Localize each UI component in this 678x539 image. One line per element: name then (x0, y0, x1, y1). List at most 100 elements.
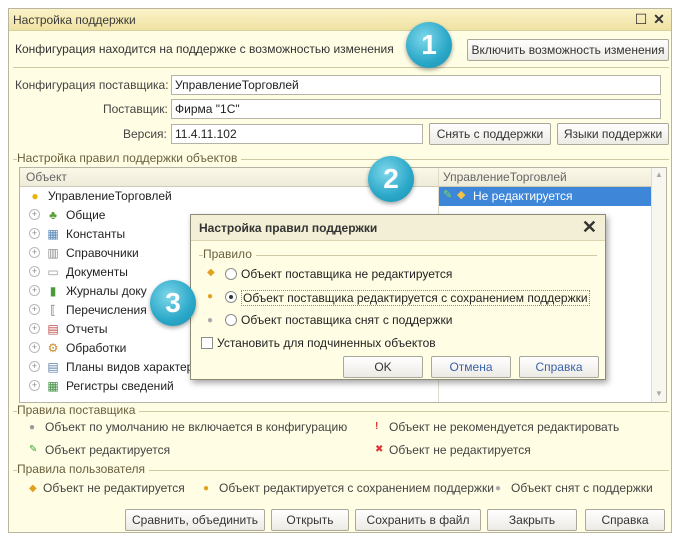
vendor-field: Фирма "1С" (171, 99, 661, 119)
close-icon[interactable]: ✕ (651, 11, 667, 27)
not-recommended-icon: ! (375, 421, 379, 432)
legend-item: Объект по умолчанию не включается в конф… (45, 420, 348, 434)
rule-removed-icon: ● (207, 315, 214, 326)
dialog-title: Настройка правил поддержки (199, 221, 378, 235)
remove-support-button[interactable]: Снять с поддержки (429, 123, 551, 145)
rule-removed-radio[interactable] (225, 314, 237, 326)
expand-icon[interactable]: + (29, 285, 40, 296)
expand-icon[interactable]: + (29, 266, 40, 277)
dialog-title-bar: Настройка правил поддержки ✕ (191, 215, 605, 241)
legend-item: Объект не рекомендуется редактировать (389, 420, 620, 434)
expand-icon[interactable]: + (29, 342, 40, 353)
tree-row-label: Планы видов характер (66, 360, 194, 374)
compare-merge-button[interactable]: Сравнить, объединить (125, 509, 265, 531)
scroll-down-icon[interactable]: ▼ (655, 389, 663, 398)
version-label: Версия: (123, 127, 167, 141)
rule-group-label: Правило (203, 247, 256, 261)
tree-row-label: Отчеты (66, 322, 108, 336)
help-button[interactable]: Справка (585, 509, 665, 531)
common-icon: ♣ (49, 208, 57, 222)
rule-not-editable-icon: ◆ (207, 267, 215, 278)
window-title: Настройка поддержки (13, 13, 136, 27)
legend-item: Объект редактируется (45, 443, 171, 457)
enable-changes-button[interactable]: Включить возможность изменения (467, 39, 669, 61)
expand-icon[interactable]: + (29, 361, 40, 372)
dialog-ok-button[interactable]: OK (343, 356, 423, 378)
dialog-close-icon[interactable]: ✕ (582, 217, 597, 238)
constants-icon: ▦ (47, 227, 59, 241)
user-editable-icon: ● (203, 483, 210, 494)
legend-item: Объект не редактируется (43, 481, 185, 495)
maximize-icon[interactable]: ☐ (633, 11, 649, 27)
expand-icon[interactable]: + (29, 209, 40, 220)
version-field: 11.4.11.102 (171, 124, 423, 144)
rule-editable-icon: ● (207, 291, 214, 302)
callout-badge-1: 1 (406, 22, 452, 68)
rule-editable-radio[interactable] (225, 291, 237, 303)
expand-icon[interactable]: + (29, 228, 40, 239)
rule-settings-dialog: Настройка правил поддержки ✕ Правило ◆ О… (190, 214, 606, 380)
table-scrollbar[interactable]: ▲ ▼ (651, 168, 666, 402)
expand-icon[interactable]: + (29, 304, 40, 315)
apply-subordinate-checkbox[interactable] (201, 337, 213, 349)
support-status-text: Конфигурация находится на поддержке с во… (15, 42, 394, 56)
expand-icon[interactable]: + (29, 323, 40, 334)
reports-icon: ▤ (47, 322, 59, 336)
supplier-config-label: Конфигурация поставщика: (15, 78, 169, 92)
expand-icon[interactable]: + (29, 247, 40, 258)
editable-icon: ✎ (29, 444, 38, 455)
tree-row-label: Константы (66, 227, 126, 241)
user-legend-title: Правила пользователя (17, 462, 150, 476)
rules-section-title: Настройка правил поддержки объектов (17, 151, 242, 165)
save-to-file-button[interactable]: Сохранить в файл (355, 509, 481, 531)
processing-icon: ⚙ (47, 341, 59, 355)
tree-row-root[interactable]: ● УправлениеТорговлей (20, 187, 430, 206)
info-registers-icon: ▦ (47, 379, 59, 393)
catalogs-icon: ▥ (47, 246, 59, 260)
user-rule-icon: ◆ (457, 189, 466, 201)
not-editable-icon: ✖ (375, 444, 384, 455)
user-not-editable-icon: ◆ (29, 483, 37, 494)
tree-row-label: Обработки (66, 341, 127, 355)
selected-rule-text: Не редактируется (473, 189, 573, 203)
chart-types-icon: ▤ (47, 360, 59, 374)
config-root-icon: ● (31, 189, 39, 203)
vendor-label: Поставщик: (103, 102, 168, 116)
legend-item: Объект не редактируется (389, 443, 531, 457)
divider (13, 67, 669, 68)
rule-option-label: Объект поставщика редактируется с сохран… (241, 290, 590, 306)
tree-row-label: Общие (66, 208, 106, 222)
legend-item: Объект снят с поддержки (511, 481, 653, 495)
column-object[interactable]: Объект (26, 170, 67, 184)
supplier-config-field: УправлениеТорговлей (171, 75, 661, 95)
column-config[interactable]: УправлениеТорговлей (443, 170, 567, 184)
rule-option-label: Объект поставщика снят с поддержки (241, 313, 453, 327)
tree-row-label: Справочники (66, 246, 139, 260)
title-bar: Настройка поддержки ☐ ✕ (9, 9, 671, 31)
supplier-rule-icon: ✎ (443, 189, 453, 201)
callout-badge-2: 2 (368, 156, 414, 202)
dialog-help-button[interactable]: Справка (519, 356, 599, 378)
tree-row-label: Регистры сведений (66, 379, 174, 393)
user-removed-icon: ● (495, 483, 502, 494)
rule-option-label: Объект поставщика не редактируется (241, 267, 453, 281)
documents-icon: ▭ (47, 265, 59, 279)
tree-row-label: Документы (66, 265, 128, 279)
tree-row-label: Перечисления (66, 303, 147, 317)
close-button[interactable]: Закрыть (487, 509, 577, 531)
tree-row-label: Журналы доку (66, 284, 147, 298)
dialog-cancel-button[interactable]: Отмена (431, 356, 511, 378)
enums-icon: ⟦ (50, 303, 56, 317)
open-button[interactable]: Открыть (271, 509, 349, 531)
scroll-up-icon[interactable]: ▲ (655, 170, 663, 179)
support-languages-button[interactable]: Языки поддержки (557, 123, 669, 145)
supplier-legend-title: Правила поставщика (17, 403, 140, 417)
table-header: Объект УправлениеТорговлей (20, 168, 666, 187)
expand-icon[interactable]: + (29, 380, 40, 391)
rule-group-line (199, 255, 597, 256)
journals-icon: ▮ (49, 284, 57, 298)
tree-row-label: УправлениеТорговлей (48, 189, 172, 203)
not-included-icon: ● (29, 422, 36, 433)
selected-rule-cell[interactable]: ✎ ◆ Не редактируется (439, 187, 652, 206)
rule-not-editable-radio[interactable] (225, 268, 237, 280)
